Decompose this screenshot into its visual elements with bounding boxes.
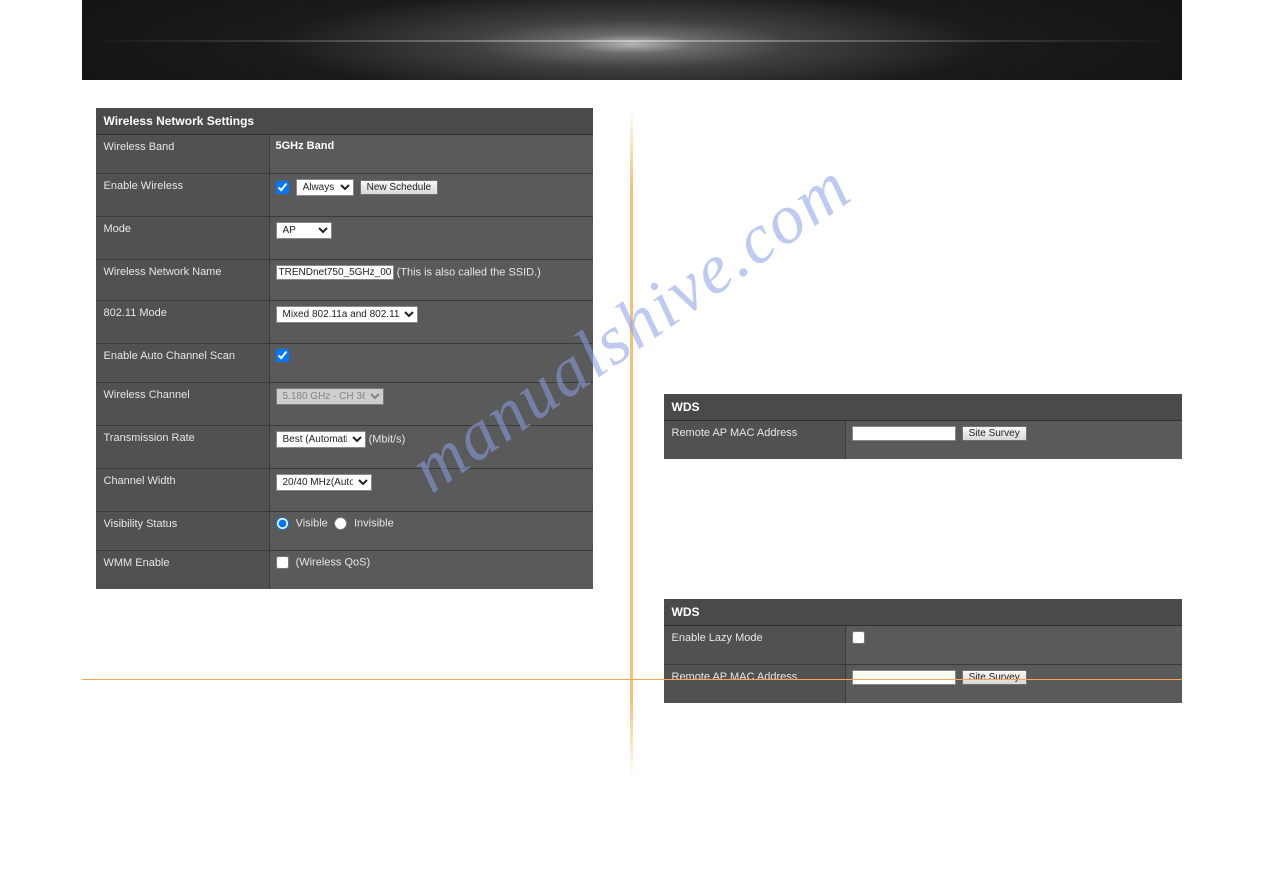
ssid-note: (This is also called the SSID.) — [397, 266, 541, 278]
site-survey-button-1[interactable]: Site Survey — [962, 426, 1027, 441]
visibility-invisible-radio[interactable] — [334, 517, 347, 530]
visibility-visible-label: Visible — [296, 517, 328, 529]
wireless-settings-panel: Wireless Network Settings Wireless Band … — [96, 108, 593, 589]
mode-80211-label: 802.11 Mode — [96, 301, 270, 343]
auto-channel-scan-checkbox[interactable] — [276, 349, 289, 362]
transmission-rate-select[interactable]: Best (Automatic) — [276, 431, 366, 448]
wireless-network-name-label: Wireless Network Name — [96, 260, 270, 300]
mode-select[interactable]: AP — [276, 222, 332, 239]
wmm-enable-label: WMM Enable — [96, 551, 270, 589]
visibility-status-label: Visibility Status — [96, 512, 270, 550]
wireless-channel-select: 5.180 GHz - CH 36 — [276, 388, 384, 405]
channel-width-label: Channel Width — [96, 469, 270, 511]
enable-wireless-schedule-select[interactable]: Always — [296, 179, 354, 196]
auto-channel-scan-label: Enable Auto Channel Scan — [96, 344, 270, 382]
wmm-enable-checkbox[interactable] — [276, 556, 289, 569]
remote-ap-mac-input-2[interactable] — [852, 670, 956, 685]
channel-width-select[interactable]: 20/40 MHz(Auto) — [276, 474, 372, 491]
visibility-visible-radio[interactable] — [276, 517, 289, 530]
wireless-band-label: Wireless Band — [96, 135, 270, 173]
wireless-channel-label: Wireless Channel — [96, 383, 270, 425]
wmm-note: (Wireless QoS) — [296, 556, 371, 568]
wireless-settings-header: Wireless Network Settings — [96, 108, 593, 135]
transmission-rate-label: Transmission Rate — [96, 426, 270, 468]
vertical-divider — [630, 108, 633, 778]
site-survey-button-2[interactable]: Site Survey — [962, 670, 1027, 685]
mode-label: Mode — [96, 217, 270, 259]
visibility-invisible-label: Invisible — [354, 517, 394, 529]
wireless-band-value: 5GHz Band — [276, 140, 335, 152]
footer-divider — [82, 679, 1182, 680]
enable-wireless-label: Enable Wireless — [96, 174, 270, 216]
mode-80211-select[interactable]: Mixed 802.11a and 802.11n — [276, 306, 418, 323]
wds-panel-2: WDS Enable Lazy Mode Remote AP MAC Addre… — [664, 599, 1182, 703]
wireless-network-name-input[interactable] — [276, 265, 394, 280]
enable-lazy-mode-label: Enable Lazy Mode — [664, 626, 846, 664]
transmission-rate-unit: (Mbit/s) — [369, 433, 406, 445]
remote-ap-mac-label-2: Remote AP MAC Address — [664, 665, 846, 703]
remote-ap-mac-input-1[interactable] — [852, 426, 956, 441]
remote-ap-mac-label-1: Remote AP MAC Address — [664, 421, 846, 459]
top-banner — [82, 0, 1182, 80]
new-schedule-button[interactable]: New Schedule — [360, 180, 438, 195]
enable-wireless-checkbox[interactable] — [276, 181, 289, 194]
wds-panel-1: WDS Remote AP MAC Address Site Survey — [664, 394, 1182, 459]
wds-header-1: WDS — [664, 394, 1182, 421]
wds-header-2: WDS — [664, 599, 1182, 626]
enable-lazy-mode-checkbox[interactable] — [852, 631, 865, 644]
